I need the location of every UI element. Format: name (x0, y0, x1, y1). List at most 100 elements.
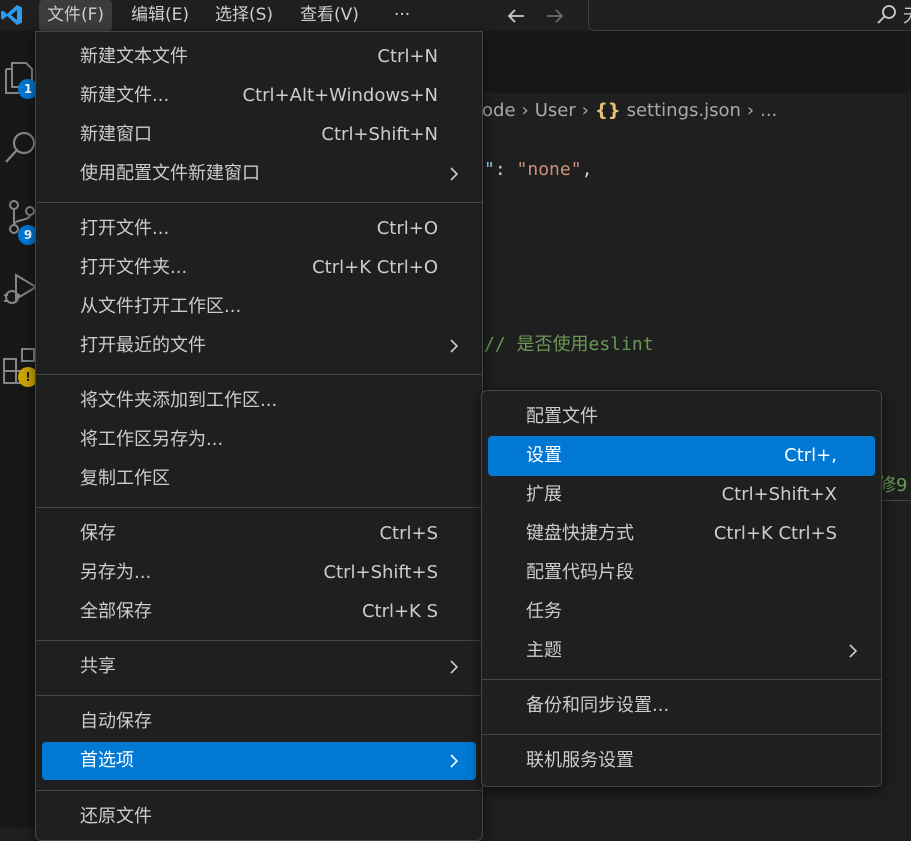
command-center-search[interactable] (588, 0, 911, 31)
menu-item-new-window-with-profile[interactable]: 使用配置文件新建窗口 (42, 157, 476, 191)
submenu-item-backup-sync[interactable]: 备份和同步设置... (488, 689, 875, 723)
menu-item-label: 设置 (526, 445, 562, 466)
menu-item-shortcut: Ctrl+N (377, 46, 438, 67)
title-bar: 文件(F) 编辑(E) 选择(S) 查看(V) ··· 无 (0, 0, 911, 31)
search-text: 无 (903, 2, 911, 28)
menu-item-label: 从文件打开工作区... (80, 296, 242, 317)
menu-item-label: 使用配置文件新建窗口 (80, 163, 260, 184)
menu-item-add-folder-to-workspace[interactable]: 将文件夹添加到工作区... (42, 384, 476, 418)
menu-item-label: 联机服务设置 (526, 750, 634, 771)
file-menu: 新建文本文件 Ctrl+N 新建文件... Ctrl+Alt+Windows+N… (35, 31, 483, 841)
menu-item-save-all[interactable]: 全部保存 Ctrl+K S (42, 595, 476, 629)
menu-item-save[interactable]: 保存 Ctrl+S (42, 517, 476, 551)
menu-item-label: 新建窗口 (80, 124, 152, 145)
menu-item-shortcut: Ctrl+O (376, 218, 438, 239)
chevron-right-icon (450, 339, 459, 353)
menu-item-open-file[interactable]: 打开文件... Ctrl+O (42, 212, 476, 246)
breadcrumb-symbol[interactable]: ... (760, 100, 777, 121)
menu-item-open-workspace-from-file[interactable]: 从文件打开工作区... (42, 290, 476, 324)
code-comma: , (581, 159, 593, 180)
json-file-icon: {} (594, 100, 621, 121)
menu-item-label: 配置文件 (526, 406, 598, 427)
breadcrumb-separator-icon: › (581, 100, 589, 121)
submenu-item-themes[interactable]: 主题 (488, 634, 875, 668)
menu-item-label: 打开文件夹... (80, 257, 188, 278)
menu-item-label: 键盘快捷方式 (526, 523, 634, 544)
code-key-tail: " (484, 159, 495, 180)
menu-item-label: 还原文件 (80, 806, 152, 827)
search-icon (877, 5, 896, 24)
menu-item-preferences[interactable]: 首选项 (42, 742, 476, 780)
submenu-item-tasks[interactable]: 任务 (488, 595, 875, 629)
breadcrumb: ode › User ›{} settings.json ›... (482, 98, 777, 124)
menu-item-label: 打开最近的文件 (80, 335, 206, 356)
back-arrow-icon[interactable] (505, 5, 527, 27)
code-comment: // 是否使用eslint (484, 334, 654, 355)
menu-view[interactable]: 查看(V) (292, 0, 367, 31)
menu-item-label: 另存为... (80, 562, 152, 583)
menu-item-shortcut: Ctrl+, (784, 445, 837, 466)
menu-separator (36, 202, 482, 203)
menu-item-duplicate-workspace[interactable]: 复制工作区 (42, 462, 476, 496)
menu-item-auto-save[interactable]: 自动保存 (42, 705, 476, 739)
menu-more[interactable]: ··· (386, 0, 418, 31)
chevron-right-icon (450, 167, 459, 181)
menu-item-label: 新建文本文件 (80, 46, 188, 67)
menu-item-label: 复制工作区 (80, 468, 170, 489)
submenu-item-settings[interactable]: 设置 Ctrl+, (488, 436, 875, 476)
code-colon: : (494, 159, 517, 180)
menu-item-label: 全部保存 (80, 601, 152, 622)
menu-item-shortcut: Ctrl+Shift+N (321, 124, 438, 145)
menu-item-label: 首选项 (80, 750, 134, 771)
menu-separator (36, 790, 482, 791)
menu-selection[interactable]: 选择(S) (207, 0, 281, 31)
submenu-item-extensions[interactable]: 扩展 Ctrl+Shift+X (488, 478, 875, 512)
breadcrumb-folder-user[interactable]: User (535, 100, 576, 121)
menu-separator (36, 695, 482, 696)
preferences-submenu: 配置文件 设置 Ctrl+, 扩展 Ctrl+Shift+X 键盘快捷方式 Ct… (481, 390, 882, 787)
forward-arrow-icon[interactable] (544, 5, 566, 27)
breadcrumb-separator-icon: › (521, 100, 529, 121)
menu-item-label: 主题 (526, 640, 562, 661)
menu-item-shortcut: Ctrl+Alt+Windows+N (242, 85, 438, 106)
breadcrumb-file[interactable]: settings.json (627, 100, 741, 121)
menu-item-new-text-file[interactable]: 新建文本文件 Ctrl+N (42, 40, 476, 74)
submenu-item-profiles[interactable]: 配置文件 (488, 400, 875, 434)
submenu-item-keyboard-shortcuts[interactable]: 键盘快捷方式 Ctrl+K Ctrl+S (488, 517, 875, 551)
menu-item-label: 配置代码片段 (526, 562, 634, 583)
menu-item-new-window[interactable]: 新建窗口 Ctrl+Shift+N (42, 118, 476, 152)
menu-item-share[interactable]: 共享 (42, 650, 476, 684)
menu-separator (482, 734, 881, 735)
menu-file[interactable]: 文件(F) (39, 0, 113, 31)
menu-item-label: 扩展 (526, 484, 562, 505)
code-value: "none" (516, 159, 582, 180)
submenu-item-configure-snippets[interactable]: 配置代码片段 (488, 556, 875, 590)
vscode-logo-icon (1, 5, 22, 25)
breadcrumb-folder-partial[interactable]: ode (482, 100, 516, 121)
menu-item-label: 将工作区另存为... (80, 429, 224, 450)
menu-separator (36, 640, 482, 641)
menu-item-save-as[interactable]: 另存为... Ctrl+Shift+S (42, 556, 476, 590)
menu-separator (482, 679, 881, 680)
menu-item-shortcut: Ctrl+K Ctrl+O (312, 257, 438, 278)
breadcrumb-separator-icon: › (746, 100, 755, 121)
menu-edit[interactable]: 编辑(E) (123, 0, 197, 31)
menu-item-label: 打开文件... (80, 218, 170, 239)
menu-item-shortcut: Ctrl+K Ctrl+S (713, 523, 837, 544)
menu-item-new-file[interactable]: 新建文件... Ctrl+Alt+Windows+N (42, 79, 476, 113)
menu-item-open-folder[interactable]: 打开文件夹... Ctrl+K Ctrl+O (42, 251, 476, 285)
menu-item-label: 任务 (526, 601, 562, 622)
menu-item-revert-file[interactable]: 还原文件 (42, 800, 476, 834)
menu-item-shortcut: Ctrl+Shift+X (721, 484, 837, 505)
menu-item-save-workspace-as[interactable]: 将工作区另存为... (42, 423, 476, 457)
menu-separator (36, 507, 482, 508)
menu-item-shortcut: Ctrl+K S (361, 601, 438, 622)
menu-item-open-recent[interactable]: 打开最近的文件 (42, 329, 476, 363)
chevron-right-icon (849, 644, 858, 658)
submenu-item-online-services[interactable]: 联机服务设置 (488, 744, 875, 778)
code-line[interactable]: ": "none", (484, 159, 592, 180)
chevron-right-icon (450, 754, 459, 768)
menu-item-label: 自动保存 (80, 711, 152, 732)
chevron-right-icon (450, 660, 459, 674)
menu-item-label: 备份和同步设置... (526, 695, 670, 716)
